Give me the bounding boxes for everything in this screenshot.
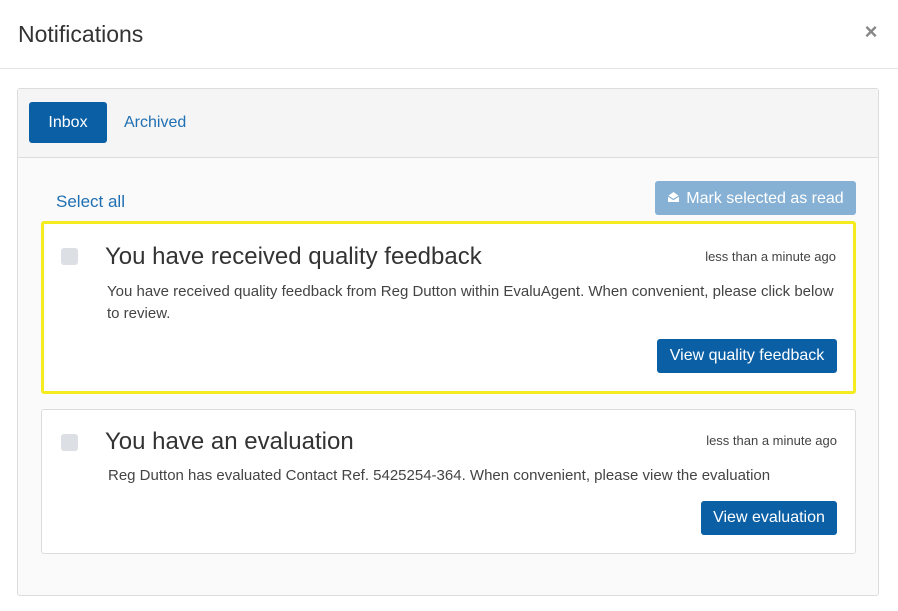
modal-title: Notifications (18, 21, 144, 47)
tab-bar: Inbox Archived (18, 89, 878, 158)
tab-archived[interactable]: Archived (124, 102, 186, 143)
notification-body: You have received quality feedback from … (107, 283, 834, 322)
notification-item: You have received quality feedback less … (41, 221, 856, 394)
modal-header: Notifications × (0, 0, 898, 69)
mark-read-label: Mark selected as read (686, 190, 844, 207)
notification-checkbox[interactable] (61, 434, 78, 451)
notification-time: less than a minute ago (705, 249, 836, 264)
close-button[interactable]: × (860, 20, 882, 44)
notifications-panel: Inbox Archived Select all Mark selected … (17, 88, 879, 596)
mark-selected-read-button[interactable]: Mark selected as read (655, 181, 856, 215)
notification-checkbox[interactable] (61, 248, 78, 265)
notification-title: You have received quality feedback (105, 243, 482, 270)
notification-time: less than a minute ago (706, 433, 837, 448)
tab-inbox[interactable]: Inbox (29, 102, 107, 143)
envelope-open-icon (667, 181, 680, 215)
notification-item: You have an evaluation less than a minut… (41, 409, 856, 554)
notification-body: Reg Dutton has evaluated Contact Ref. 54… (108, 467, 771, 484)
view-quality-feedback-button[interactable]: View quality feedback (657, 339, 837, 373)
select-all-link[interactable]: Select all (56, 192, 125, 212)
view-evaluation-button[interactable]: View evaluation (701, 501, 837, 535)
notifications-modal: Notifications × Inbox Archived Select al… (0, 0, 898, 611)
notification-title: You have an evaluation (105, 428, 354, 455)
